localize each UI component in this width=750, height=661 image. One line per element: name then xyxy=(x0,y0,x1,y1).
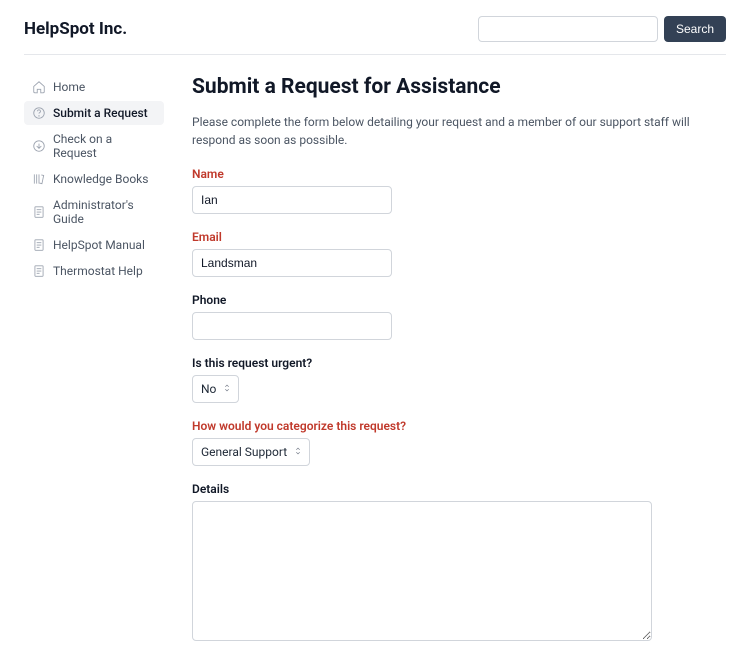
label-category: How would you categorize this request? xyxy=(192,419,726,433)
header: HelpSpot Inc. Search xyxy=(24,0,726,55)
search-group: Search xyxy=(478,16,726,42)
document-icon xyxy=(32,264,46,278)
sidebar-item-label: Home xyxy=(53,80,85,94)
search-button[interactable]: Search xyxy=(664,16,726,42)
search-input[interactable] xyxy=(478,16,658,42)
question-circle-icon xyxy=(32,106,46,120)
label-phone: Phone xyxy=(192,293,726,307)
field-urgent: Is this request urgent? No xyxy=(192,356,726,403)
category-select[interactable]: General Support xyxy=(192,438,310,466)
sidebar-item-label: Thermostat Help xyxy=(53,264,143,278)
label-email: Email xyxy=(192,230,726,244)
phone-input[interactable] xyxy=(192,312,392,340)
home-icon xyxy=(32,80,46,94)
sidebar-item-check-request[interactable]: Check on a Request xyxy=(24,127,164,165)
sidebar-item-label: Submit a Request xyxy=(53,106,148,120)
category-select-value: General Support xyxy=(201,445,287,459)
email-input[interactable] xyxy=(192,249,392,277)
label-details: Details xyxy=(192,482,726,496)
sidebar-item-helpspot-manual[interactable]: HelpSpot Manual xyxy=(24,233,164,257)
sidebar-item-label: Check on a Request xyxy=(53,132,156,160)
field-phone: Phone xyxy=(192,293,726,340)
field-name: Name xyxy=(192,167,726,214)
arrow-circle-icon xyxy=(32,139,46,153)
document-icon xyxy=(32,238,46,252)
label-urgent: Is this request urgent? xyxy=(192,356,726,370)
page-title: Submit a Request for Assistance xyxy=(192,75,726,99)
chevron-updown-icon xyxy=(293,445,303,459)
sidebar-item-label: HelpSpot Manual xyxy=(53,238,145,252)
sidebar: Home Submit a Request Check on a Request… xyxy=(24,75,164,661)
label-name: Name xyxy=(192,167,726,181)
field-email: Email xyxy=(192,230,726,277)
urgent-select-value: No xyxy=(201,382,216,396)
sidebar-item-admin-guide[interactable]: Administrator's Guide xyxy=(24,193,164,231)
sidebar-item-thermostat-help[interactable]: Thermostat Help xyxy=(24,259,164,283)
sidebar-item-knowledge-books[interactable]: Knowledge Books xyxy=(24,167,164,191)
main-content: Submit a Request for Assistance Please c… xyxy=(192,75,726,661)
urgent-select[interactable]: No xyxy=(192,375,239,403)
field-category: How would you categorize this request? G… xyxy=(192,419,726,466)
sidebar-item-label: Knowledge Books xyxy=(53,172,148,186)
sidebar-item-submit-request[interactable]: Submit a Request xyxy=(24,101,164,125)
document-icon xyxy=(32,205,46,219)
sidebar-item-label: Administrator's Guide xyxy=(53,198,156,226)
books-icon xyxy=(32,172,46,186)
intro-text: Please complete the form below detailing… xyxy=(192,113,726,149)
name-input[interactable] xyxy=(192,186,392,214)
brand-title: HelpSpot Inc. xyxy=(24,19,127,39)
field-details: Details xyxy=(192,482,726,645)
sidebar-item-home[interactable]: Home xyxy=(24,75,164,99)
details-textarea[interactable] xyxy=(192,501,652,641)
chevron-updown-icon xyxy=(222,382,232,396)
